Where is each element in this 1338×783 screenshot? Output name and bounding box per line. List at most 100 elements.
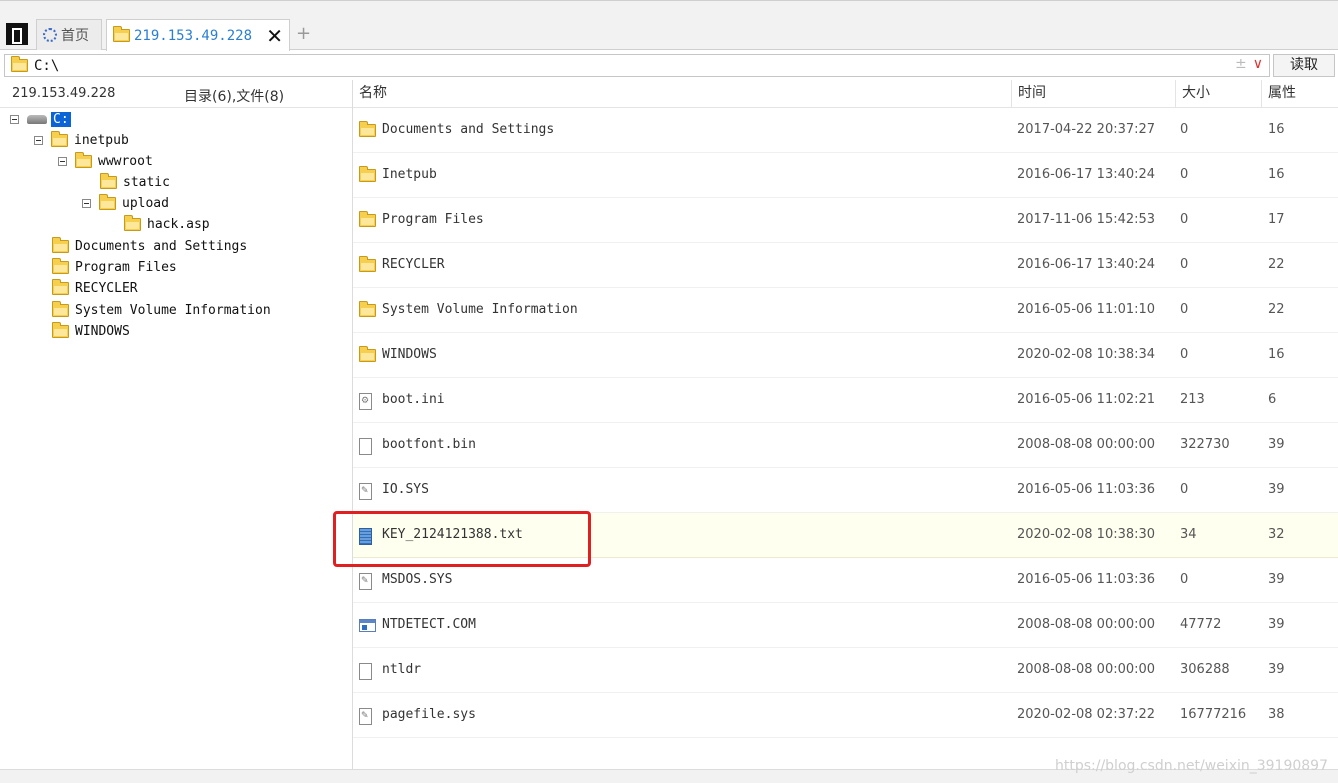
collapse-toggle-icon[interactable]: [10, 114, 19, 124]
read-button[interactable]: 读取: [1273, 54, 1335, 77]
file-name: boot.ini: [382, 392, 445, 407]
file-time: 2008-08-08 00:00:00: [1017, 617, 1156, 632]
file-attr: 16: [1268, 347, 1285, 362]
file-size: 0: [1180, 302, 1189, 317]
app-logo-icon: [6, 23, 28, 45]
file-row[interactable]: Inetpub 2016-06-17 13:40:24 0 16: [353, 153, 1338, 198]
address-input[interactable]: C:\: [34, 58, 59, 74]
tree-node-wwwroot[interactable]: wwwroot: [58, 151, 153, 171]
config-file-icon: [359, 393, 372, 410]
file-attr: 16: [1268, 167, 1285, 182]
add-tab-icon[interactable]: +: [296, 23, 311, 44]
folder-icon: [52, 236, 69, 253]
file-row[interactable]: bootfont.bin 2008-08-08 00:00:00 322730 …: [353, 423, 1338, 468]
file-name: Inetpub: [382, 167, 437, 182]
annotation-highlight-box: [333, 511, 591, 567]
tree-node-label: wwwroot: [98, 153, 153, 169]
column-header-attr[interactable]: 属性: [1261, 80, 1296, 107]
file-attr: 38: [1268, 707, 1285, 722]
file-name: IO.SYS: [382, 482, 429, 497]
tree-node-label: System Volume Information: [75, 302, 271, 318]
tree-node-recycler[interactable]: RECYCLER: [52, 278, 138, 298]
tree-node-documents-and-settings[interactable]: Documents and Settings: [52, 236, 247, 256]
file-name: System Volume Information: [382, 302, 578, 317]
file-attr: 39: [1268, 662, 1285, 677]
file-row[interactable]: System Volume Information 2016-05-06 11:…: [353, 288, 1338, 333]
address-controls: ± ∨: [1235, 56, 1263, 72]
folder-icon: [99, 193, 116, 210]
file-name: WINDOWS: [382, 347, 437, 362]
tab-home[interactable]: 首页: [36, 19, 102, 50]
tree-node-label: hack.asp: [147, 216, 210, 232]
column-header-size[interactable]: 大小: [1175, 80, 1210, 107]
folder-icon: [52, 300, 69, 317]
address-bar[interactable]: C:\ ± ∨: [4, 54, 1270, 77]
file-name: NTDETECT.COM: [382, 617, 476, 632]
file-size: 0: [1180, 572, 1189, 587]
folder-icon: [51, 130, 68, 147]
tree-node-static[interactable]: static: [100, 172, 170, 192]
file-time: 2016-05-06 11:03:36: [1017, 482, 1156, 497]
tree-node-system-volume-information[interactable]: System Volume Information: [52, 300, 271, 320]
tab-remote-host[interactable]: 219.153.49.228 ✕: [106, 19, 290, 51]
system-file-icon: [359, 708, 372, 725]
file-size: 0: [1180, 482, 1189, 497]
folder-icon: [113, 26, 130, 42]
tree-node-program-files[interactable]: Program Files: [52, 257, 177, 277]
file-row[interactable]: WINDOWS 2020-02-08 10:38:34 0 16: [353, 333, 1338, 378]
folder-icon: [359, 121, 376, 137]
executable-file-icon: [359, 619, 376, 632]
tree-node-hack-asp[interactable]: hack.asp: [124, 214, 210, 234]
close-icon[interactable]: ✕: [266, 24, 283, 48]
tree-node-windows[interactable]: WINDOWS: [52, 321, 130, 341]
collapse-toggle-icon[interactable]: [82, 198, 91, 208]
file-name: RECYCLER: [382, 257, 445, 272]
file-attr: 32: [1268, 527, 1285, 542]
blank-file-icon: [359, 438, 372, 455]
folder-icon: [11, 56, 28, 72]
tree-node-label: inetpub: [74, 132, 129, 148]
file-attr: 22: [1268, 257, 1285, 272]
collapse-toggle-icon[interactable]: [58, 156, 67, 166]
folder-icon: [359, 346, 376, 362]
file-size: 306288: [1180, 662, 1230, 677]
file-size: 0: [1180, 122, 1189, 137]
folder-icon: [52, 278, 69, 295]
file-row[interactable]: RECYCLER 2016-06-17 13:40:24 0 22: [353, 243, 1338, 288]
file-row[interactable]: IO.SYS 2016-05-06 11:03:36 0 39: [353, 468, 1338, 513]
file-list-header: 名称 时间 大小 属性: [353, 80, 1338, 108]
file-time: 2020-02-08 10:38:30: [1017, 527, 1156, 542]
file-time: 2016-05-06 11:03:36: [1017, 572, 1156, 587]
file-size: 16777216: [1180, 707, 1247, 722]
file-time: 2008-08-08 00:00:00: [1017, 437, 1156, 452]
file-attr: 39: [1268, 572, 1285, 587]
file-time: 2017-04-22 20:37:27: [1017, 122, 1156, 137]
tree-node-label: RECYCLER: [75, 280, 138, 296]
file-size: 34: [1180, 527, 1197, 542]
folder-icon: [359, 301, 376, 317]
collapse-toggle-icon[interactable]: [34, 135, 43, 145]
file-row[interactable]: Program Files 2017-11-06 15:42:53 0 17: [353, 198, 1338, 243]
file-size: 213: [1180, 392, 1205, 407]
plus-minus-icon[interactable]: ±: [1235, 56, 1247, 72]
file-time: 2008-08-08 00:00:00: [1017, 662, 1156, 677]
file-row[interactable]: Documents and Settings 2017-04-22 20:37:…: [353, 108, 1338, 153]
tab-home-label: 首页: [61, 28, 89, 44]
file-row[interactable]: pagefile.sys 2020-02-08 02:37:22 1677721…: [353, 693, 1338, 738]
watermark: https://blog.csdn.net/weixin_39190897: [1054, 758, 1328, 774]
tree-node-inetpub[interactable]: inetpub: [34, 130, 129, 150]
file-row[interactable]: NTDETECT.COM 2008-08-08 00:00:00 47772 3…: [353, 603, 1338, 648]
tree-node-label: upload: [122, 195, 169, 211]
file-row[interactable]: boot.ini 2016-05-06 11:02:21 213 6: [353, 378, 1338, 423]
tree-node-drive-c[interactable]: C:: [10, 109, 71, 129]
tree-node-label: static: [123, 174, 170, 190]
tree-node-upload[interactable]: upload: [82, 193, 169, 213]
column-header-time[interactable]: 时间: [1011, 80, 1046, 107]
file-size: 322730: [1180, 437, 1230, 452]
file-row[interactable]: ntldr 2008-08-08 00:00:00 306288 39: [353, 648, 1338, 693]
chevron-down-icon[interactable]: ∨: [1253, 56, 1263, 72]
host-label: 219.153.49.228: [12, 86, 116, 101]
folder-icon: [52, 257, 69, 274]
tab-bar: 首页 219.153.49.228 ✕ +: [0, 0, 1338, 51]
column-header-name[interactable]: 名称: [359, 80, 387, 107]
